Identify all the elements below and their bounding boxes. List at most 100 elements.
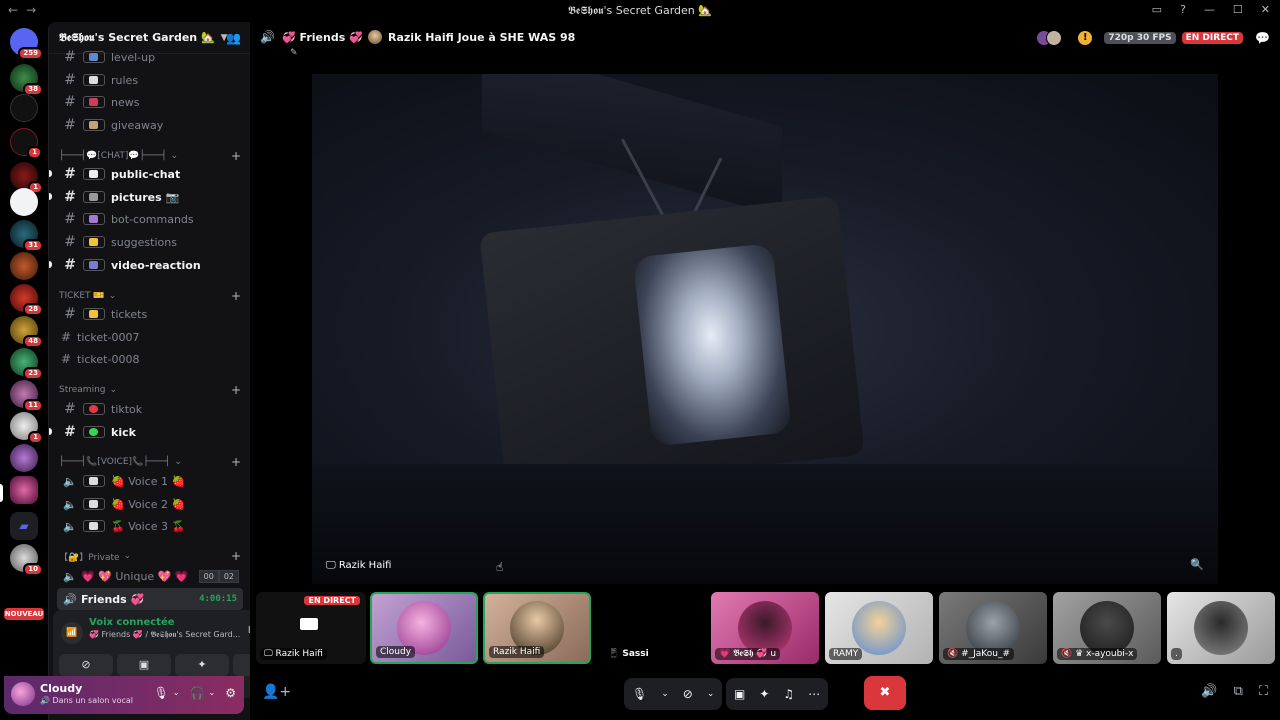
server-badge: 31: [23, 239, 43, 252]
inbox-icon[interactable]: ▭: [1152, 3, 1162, 16]
camera-off-button[interactable]: ⊘: [59, 654, 113, 676]
server-icon[interactable]: 38: [10, 64, 43, 96]
voice-status-title[interactable]: Voix connectée: [89, 617, 175, 628]
direct-messages-icon[interactable]: 259: [10, 28, 43, 60]
channel-label: tickets: [111, 307, 148, 321]
channel-voice-1[interactable]: 🔈 🍓 Voice 1 🍓: [57, 470, 243, 492]
participant-tile-razik[interactable]: Razik Haifi: [483, 592, 591, 664]
server-icon[interactable]: 11: [10, 380, 43, 412]
channel-unique[interactable]: 🔈 💗 💖 Unique 💖 💗 00 02: [57, 565, 243, 587]
username[interactable]: Cloudy: [40, 682, 82, 695]
channel-kick[interactable]: # kick: [57, 421, 243, 443]
add-channel-icon[interactable]: +: [231, 289, 241, 303]
add-people-icon[interactable]: 👤+: [262, 684, 291, 700]
channel-news[interactable]: # news: [57, 91, 243, 113]
channel-bot-commands[interactable]: # bot-commands: [57, 208, 243, 230]
server-icon[interactable]: 28: [10, 284, 43, 316]
add-channel-icon[interactable]: +: [231, 549, 241, 563]
channel-public-chat[interactable]: # public-chat: [57, 163, 243, 185]
server-icon[interactable]: 10: [10, 544, 43, 576]
stop-watching-button[interactable]: ✖: [864, 676, 906, 710]
pop-out-icon[interactable]: ⧉: [1234, 684, 1243, 699]
share-screen-button[interactable]: ▣: [117, 654, 171, 676]
server-icon[interactable]: 31: [10, 220, 43, 252]
channel-tiktok[interactable]: # tiktok: [57, 398, 243, 420]
signal-icon[interactable]: 📶: [61, 622, 83, 644]
chevron-down-icon: ⌄: [174, 457, 182, 467]
server-icon[interactable]: [10, 94, 38, 122]
maximize-icon[interactable]: ☐: [1233, 3, 1243, 16]
channel-label: level-up: [111, 50, 156, 64]
help-icon[interactable]: ?: [1180, 3, 1186, 16]
participant-tile-razik-stream[interactable]: EN DIRECT 🖵 Razik Haifi: [256, 592, 366, 664]
soundboard-icon[interactable]: ♫: [783, 687, 794, 701]
more-icon[interactable]: ⋯: [808, 687, 820, 701]
chevron-down-icon[interactable]: ⌄: [661, 689, 669, 699]
server-icon-beshou[interactable]: [10, 476, 38, 504]
participant-tile-ramy[interactable]: RAMY: [825, 592, 933, 664]
category-voice[interactable]: ├───┤📞[VOICE]📞├───┤ ⌄ +: [59, 454, 243, 470]
channel-ticket-0007[interactable]: # ticket-0007: [57, 326, 243, 348]
chevron-down-icon[interactable]: ⌄: [707, 689, 715, 699]
share-screen-icon[interactable]: ▣: [734, 687, 745, 701]
close-icon[interactable]: ✕: [1261, 3, 1270, 16]
voice-status-subtitle[interactable]: 💞 Friends 💞 / 𝕭𝖊𝕾𝖍𝖔𝖚's Secret Gard...: [89, 630, 240, 640]
channel-rules[interactable]: # rules: [57, 69, 243, 91]
server-icon[interactable]: [10, 444, 38, 472]
microphone-icon[interactable]: 🎙: [632, 687, 647, 701]
category-streaming[interactable]: Streaming ⌄ +: [59, 382, 243, 398]
channel-video-reaction[interactable]: # video-reaction: [57, 254, 243, 276]
channel-friends[interactable]: 🔊 Friends 💞 4:00:15: [57, 588, 243, 610]
activities-icon[interactable]: ✦: [759, 687, 769, 701]
category-ticket[interactable]: TICKET 🎫 ⌄ +: [59, 288, 243, 304]
fullscreen-icon[interactable]: ⛶: [1259, 684, 1268, 699]
server-icon[interactable]: [10, 188, 38, 216]
back-icon[interactable]: ←: [8, 3, 18, 17]
gear-icon[interactable]: ⚙: [225, 686, 236, 700]
minimize-icon[interactable]: —: [1204, 3, 1215, 16]
participant-tile-sassi[interactable]: 📱 Sassi: [602, 592, 706, 664]
user-count: 00: [198, 569, 219, 583]
category-private[interactable]: 【🔐】Private ⌄ +: [59, 548, 243, 564]
add-channel-icon[interactable]: +: [231, 455, 241, 469]
viewer-avatars[interactable]: [1036, 30, 1063, 46]
warning-icon[interactable]: !: [1078, 31, 1093, 45]
participant-tile-unnamed[interactable]: .: [1167, 592, 1275, 664]
headphones-icon[interactable]: 🎧: [190, 686, 205, 700]
chat-icon[interactable]: 💬: [1255, 31, 1270, 45]
microphone-icon[interactable]: 🎙: [154, 686, 169, 700]
activities-button[interactable]: ✦: [175, 654, 229, 676]
invite-icon[interactable]: 👥: [226, 31, 241, 45]
add-channel-icon[interactable]: +: [231, 149, 241, 163]
stream-video[interactable]: [312, 74, 1218, 584]
channel-voice-3[interactable]: 🔈 🍒 Voice 3 🍒: [57, 515, 243, 537]
zoom-icon[interactable]: 🔍: [1190, 558, 1204, 571]
server-icon[interactable]: [10, 252, 38, 280]
channel-tickets[interactable]: # tickets: [57, 303, 243, 325]
participant-tile-ayoubi[interactable]: 🔇 ♛ x-ayoubi-x: [1053, 592, 1161, 664]
participant-tile-jakou[interactable]: 🔇 #_JaKou_#: [939, 592, 1047, 664]
folder-icon[interactable]: ▰: [10, 512, 38, 540]
channel-ticket-0008[interactable]: # ticket-0008: [57, 348, 243, 370]
server-icon[interactable]: 1: [10, 162, 43, 194]
chevron-down-icon[interactable]: ⌄: [173, 686, 180, 700]
channel-suggestions[interactable]: # suggestions: [57, 231, 243, 253]
forward-icon[interactable]: →: [26, 3, 36, 17]
channel-level-up[interactable]: # level-up: [57, 46, 243, 68]
chevron-down-icon[interactable]: ⌄: [209, 686, 216, 700]
channel-giveaway[interactable]: # giveaway: [57, 114, 243, 136]
volume-icon[interactable]: 🔊: [1201, 684, 1217, 699]
camera-off-icon[interactable]: ⊘: [683, 687, 693, 701]
category-chat[interactable]: ├───┤💬[CHAT]💬├───┤ ⌄ +: [59, 148, 243, 164]
avatar[interactable]: [11, 682, 35, 706]
channel-pictures[interactable]: # pictures 📷: [57, 186, 243, 208]
channel-voice-2[interactable]: 🔈 🍓 Voice 2 🍓: [57, 493, 243, 515]
add-channel-icon[interactable]: +: [231, 383, 241, 397]
participant-tile-beshou[interactable]: 💗 𝕭𝖊𝕾𝖍 💞 u: [711, 592, 819, 664]
participant-tile-cloudy[interactable]: Cloudy: [370, 592, 478, 664]
server-icon[interactable]: 1: [10, 128, 42, 159]
server-icon[interactable]: 1: [10, 412, 43, 444]
server-icon[interactable]: 48: [10, 316, 43, 348]
server-icon[interactable]: 23: [10, 348, 43, 380]
pencil-icon[interactable]: ✎: [290, 48, 298, 58]
